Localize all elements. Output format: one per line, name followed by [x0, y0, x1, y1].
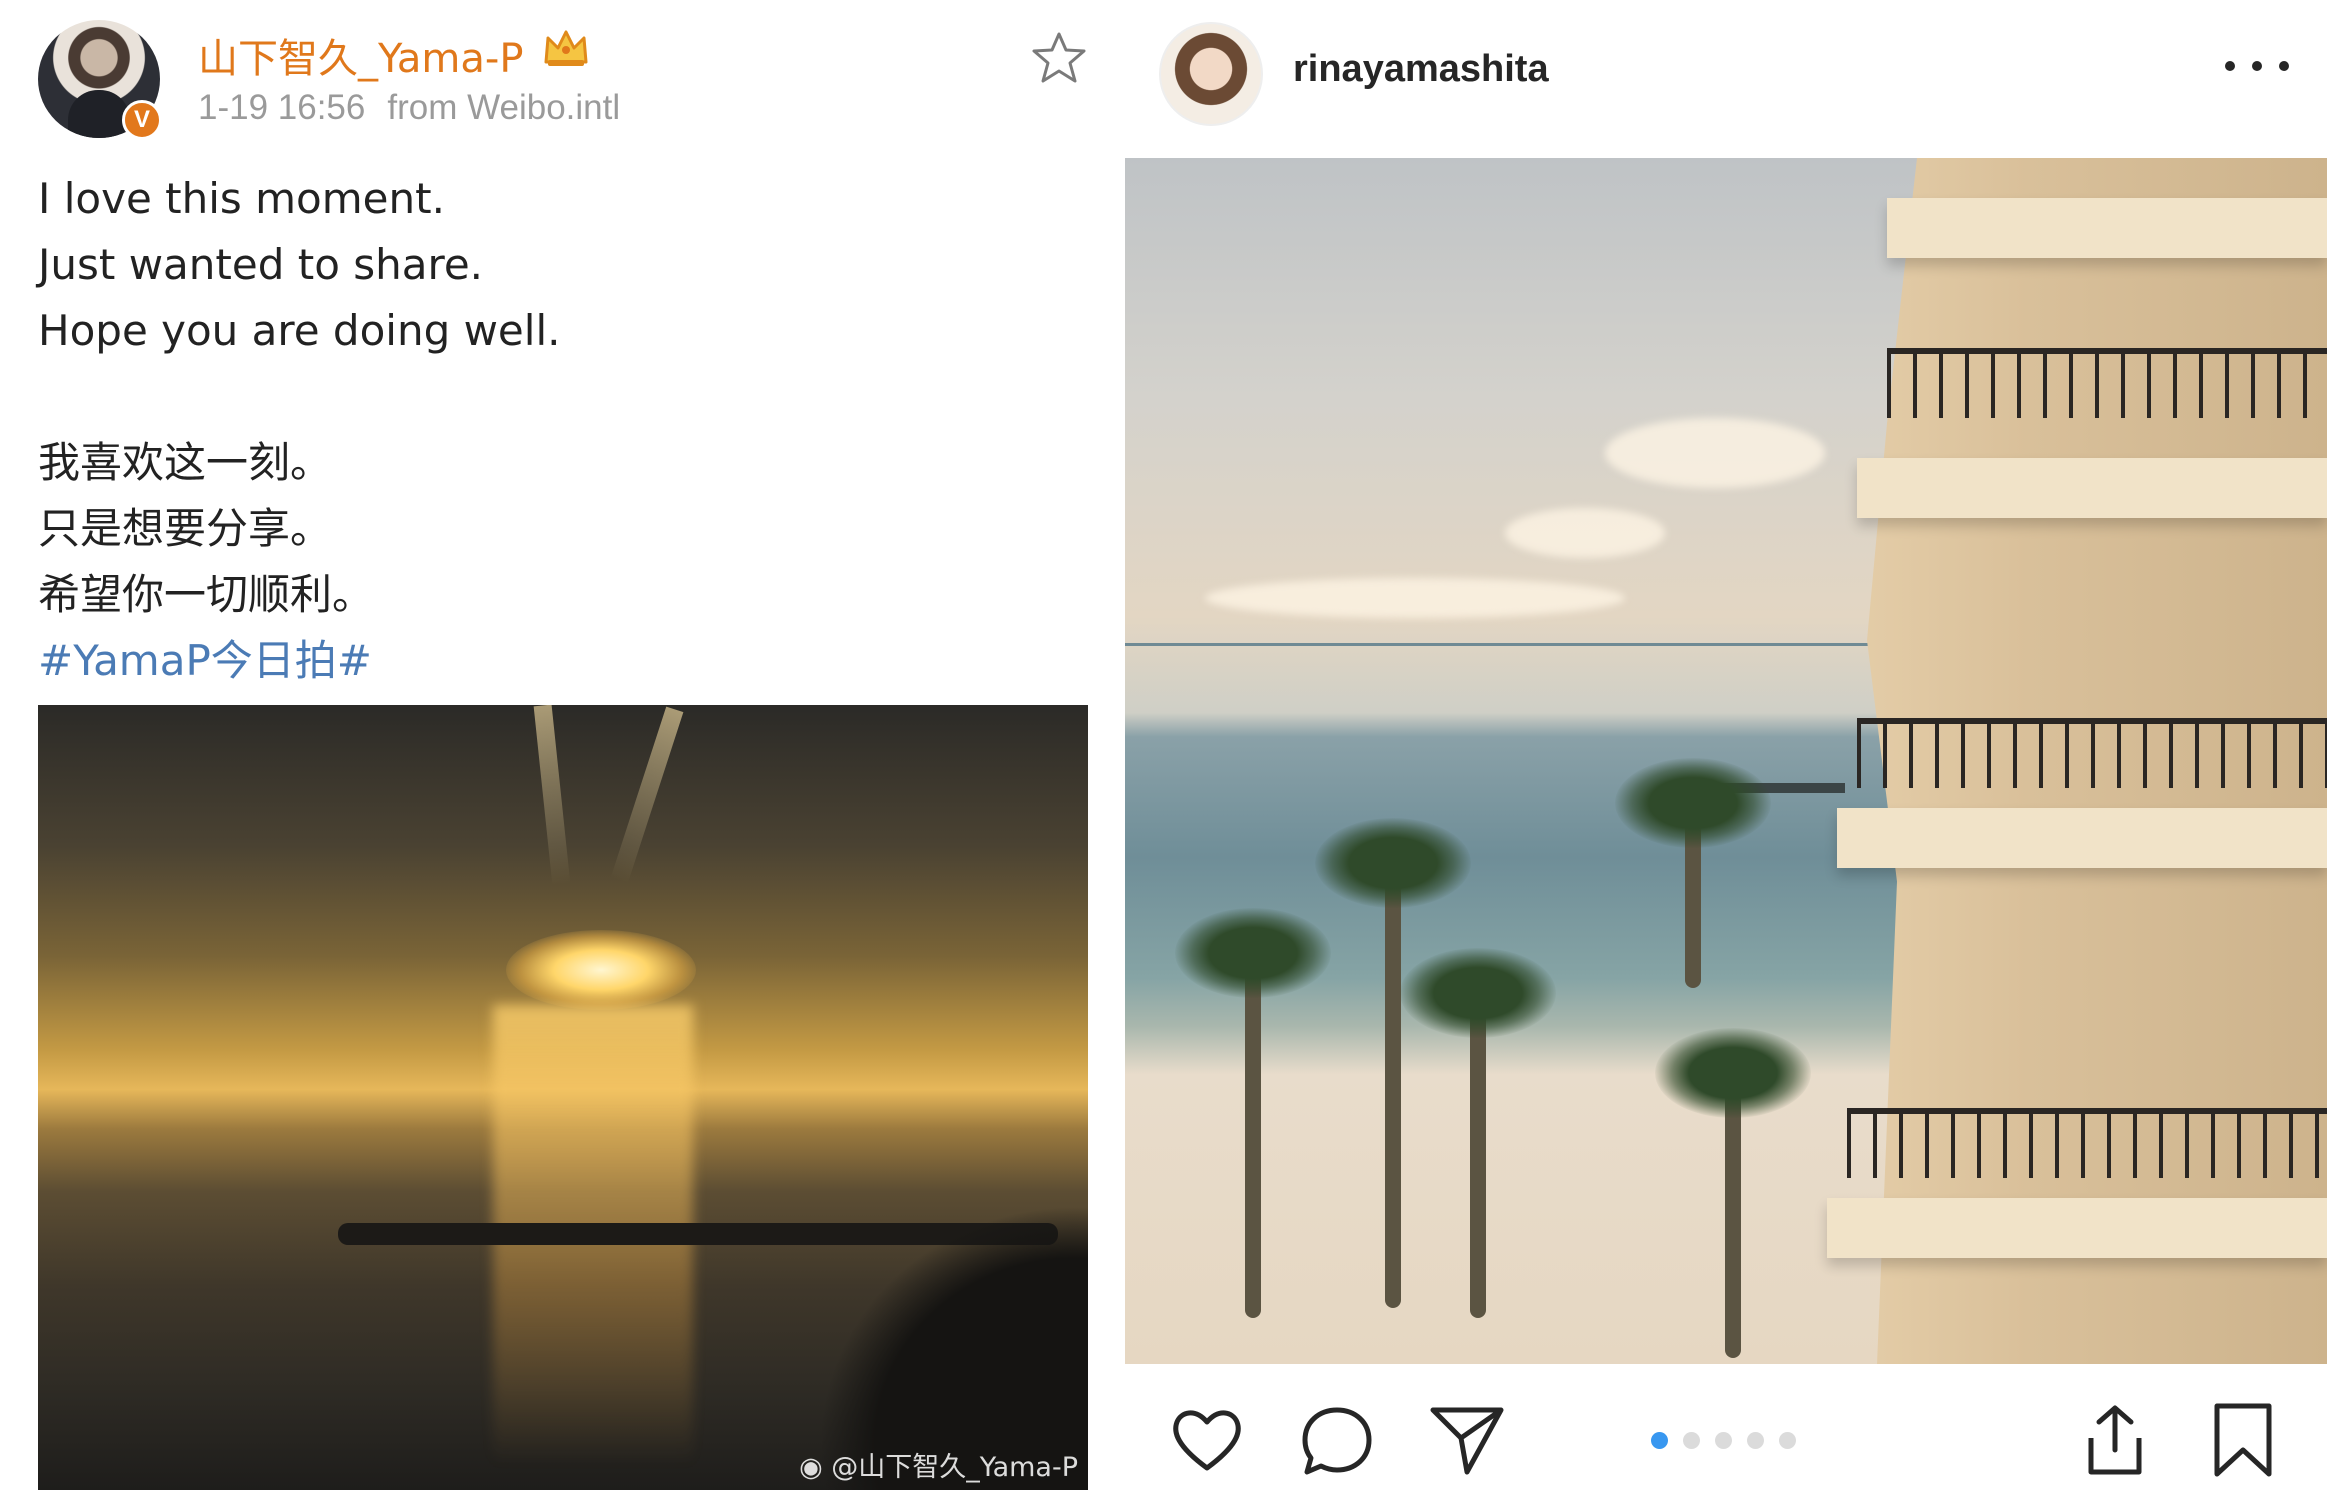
star-icon[interactable]: [1030, 30, 1088, 84]
sun-ray: [610, 706, 684, 884]
heart-icon[interactable]: [1167, 1400, 1247, 1480]
carousel-dot: [1715, 1432, 1732, 1449]
instagram-avatar[interactable]: [1159, 22, 1263, 126]
post-line: I love this moment.: [38, 174, 445, 223]
balcony-railing: [1887, 348, 2327, 418]
weibo-post: V 山下智久_Yama-P 1-19 16:56 from Weibo.intl …: [0, 0, 1110, 1502]
post-source[interactable]: from Weibo.intl: [387, 88, 620, 127]
post-line: Hope you are doing well.: [38, 306, 561, 355]
palm-tree: [1615, 758, 1771, 988]
crown-icon: [544, 30, 588, 66]
carousel-dot: [1747, 1432, 1764, 1449]
more-dots-icon[interactable]: [2225, 46, 2289, 86]
post-line: Just wanted to share.: [38, 240, 484, 289]
carousel-dot: [1779, 1432, 1796, 1449]
weibo-logo-icon: ◉: [799, 1452, 823, 1483]
balcony-railing: [1847, 1108, 2327, 1178]
balcony-railing: [1857, 718, 2327, 788]
carousel-dot-active: [1651, 1432, 1668, 1449]
post-meta: 1-19 16:56 from Weibo.intl: [198, 88, 620, 128]
line-break: [38, 364, 560, 430]
balcony-slab: [1857, 458, 2327, 518]
balcony-slab: [1887, 198, 2327, 258]
balcony-slab: [1827, 1198, 2327, 1258]
instagram-username[interactable]: rinayamashita: [1293, 48, 1549, 91]
sunset-photo[interactable]: ◉ @山下智久_Yama-P: [38, 705, 1088, 1490]
cloud: [1605, 418, 1825, 488]
sun-ray: [533, 705, 571, 886]
hashtag-link[interactable]: #YamaP今日拍#: [38, 628, 560, 694]
cloud: [1205, 578, 1625, 618]
weibo-username[interactable]: 山下智久_Yama-P: [198, 26, 523, 84]
watermark-text: @山下智久_Yama-P: [831, 1452, 1078, 1483]
comment-bubble-icon[interactable]: [1297, 1400, 1377, 1480]
carousel-dot: [1683, 1432, 1700, 1449]
share-upload-icon[interactable]: [2075, 1400, 2155, 1480]
action-bar: [1125, 1380, 2327, 1500]
verified-badge: V: [122, 100, 162, 140]
post-line: 只是想要分享。: [38, 504, 333, 553]
palm-tree: [1175, 908, 1331, 1318]
balcony-slab: [1837, 808, 2327, 868]
instagram-post: rinayamashita: [1125, 0, 2327, 1502]
palm-tree: [1315, 818, 1471, 1308]
palm-tree: [1655, 1028, 1811, 1358]
carousel-indicator: [1651, 1432, 1796, 1449]
photo-watermark: ◉ @山下智久_Yama-P: [799, 1445, 1078, 1484]
beach-photo[interactable]: [1125, 158, 2327, 1364]
palm-tree: [1400, 948, 1556, 1318]
post-line: 希望你一切顺利。: [38, 570, 375, 619]
sun: [506, 930, 696, 1010]
post-line: 我喜欢这一刻。: [38, 438, 333, 487]
cloud: [1505, 508, 1665, 558]
post-timestamp: 1-19 16:56: [198, 88, 366, 127]
post-text: I love this moment. Just wanted to share…: [38, 166, 560, 694]
bookmark-icon[interactable]: [2203, 1400, 2283, 1480]
paper-plane-icon[interactable]: [1427, 1400, 1507, 1480]
